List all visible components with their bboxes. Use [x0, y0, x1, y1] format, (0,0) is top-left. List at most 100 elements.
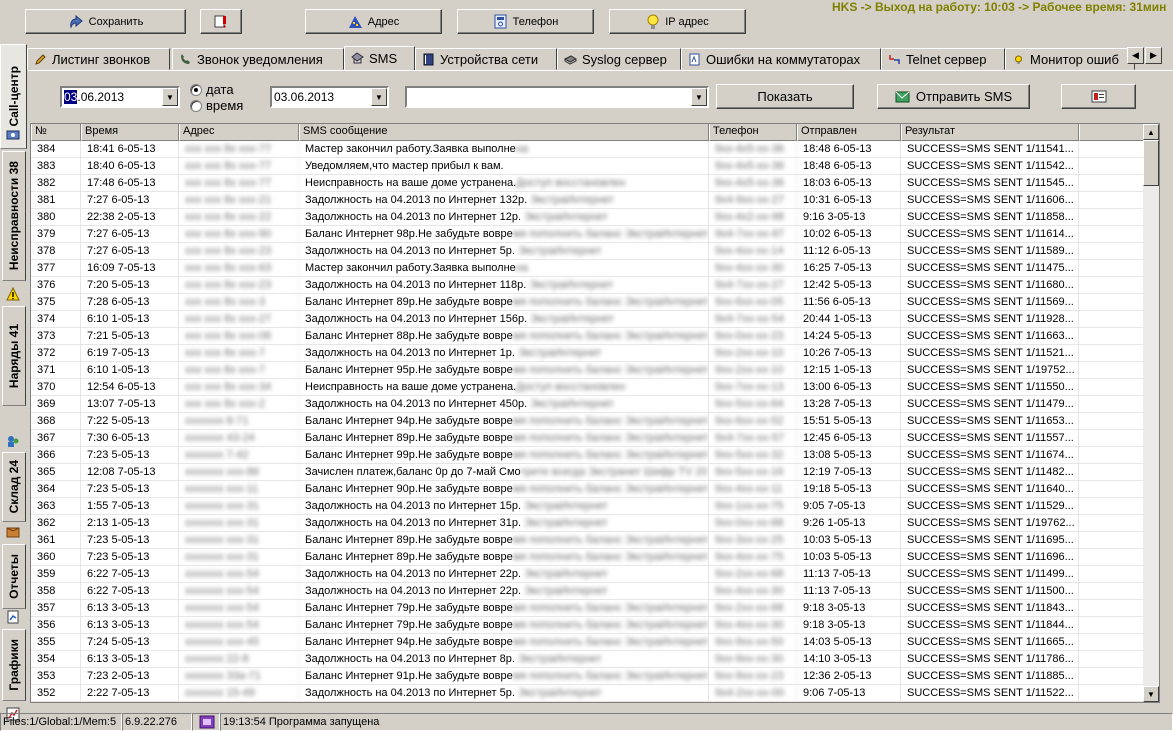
date-from-picker[interactable]: 03.06.2013 ▼: [60, 86, 180, 108]
column-header[interactable]: SMS сообщение: [299, 124, 709, 141]
scroll-thumb[interactable]: [1143, 140, 1159, 186]
table-cell: 10:02 6-05-13: [797, 226, 901, 243]
table-row[interactable]: 376 7:20 5-05-13 ххх ххх 8х ххх-23 Задолжно…: [31, 277, 1145, 294]
search-combo-dropdown-button[interactable]: ▼: [691, 88, 707, 106]
column-header[interactable]: Время: [81, 124, 179, 141]
table-cell: ххххххх ххх-54: [179, 583, 299, 600]
side-tab-orders[interactable]: Наряды 41: [2, 306, 26, 406]
tab-scroll-left-button[interactable]: ◀: [1127, 47, 1144, 64]
column-header[interactable]: Адрес: [179, 124, 299, 141]
side-tab-reports[interactable]: Отчеты: [2, 544, 26, 609]
ip-address-button[interactable]: IP адрес: [609, 9, 746, 34]
table-row[interactable]: 369 13:07 7-05-13 ххх ххх 8х ххх-2 Задолжно…: [31, 396, 1145, 413]
table-cell: SUCCESS=SMS SENT 1/11844...: [901, 617, 1079, 634]
table-cell: 12:15 1-05-13: [797, 362, 901, 379]
tab-switch-errors[interactable]: Ошибки на коммутаторах: [681, 48, 881, 70]
table-cell: 9х4-7хх-хх-54: [709, 311, 797, 328]
table-cell: SUCCESS=SMS SENT 1/19752...: [901, 362, 1079, 379]
date-from-dropdown-button[interactable]: ▼: [162, 88, 178, 106]
table-row[interactable]: 353 7:23 2-05-13 ххххххх 33а-71 Баланс Инте…: [31, 668, 1145, 685]
table-row[interactable]: 354 6:13 3-05-13 ххххххх 22-8 Задолжность н…: [31, 651, 1145, 668]
table-row[interactable]: 359 6:22 7-05-13 ххххххх ххх-54 Задолжность…: [31, 566, 1145, 583]
table-row[interactable]: 360 7:23 5-05-13 ххххххх ххх-31 Баланс Инте…: [31, 549, 1145, 566]
column-header[interactable]: Телефон: [709, 124, 797, 141]
table-row[interactable]: 380 22:38 2-05-13 ххх ххх 8х ххх-22 Задолжн…: [31, 209, 1145, 226]
table-cell: SUCCESS=SMS SENT 1/11522...: [901, 685, 1079, 702]
tab-call-listing[interactable]: Листинг звонков: [27, 48, 170, 70]
table-row[interactable]: 361 7:23 5-05-13 ххххххх ххх-31 Баланс Инте…: [31, 532, 1145, 549]
table-cell: 18:41 6-05-13: [81, 141, 179, 158]
send-sms-button[interactable]: Отправить SMS: [877, 84, 1030, 109]
table-row[interactable]: 362 2:13 1-05-13 ххххххх ххх-31 Задолжность…: [31, 515, 1145, 532]
table-row[interactable]: 358 6:22 7-05-13 ххххххх ххх-54 Задолжность…: [31, 583, 1145, 600]
tab-network-devices[interactable]: Устройства сети: [415, 48, 557, 70]
scroll-up-button[interactable]: ▲: [1143, 124, 1159, 140]
tab-error-monitor[interactable]: Монитор ошиб: [1005, 48, 1135, 70]
tab-sms[interactable]: SMS: [344, 46, 415, 70]
save-button[interactable]: Сохранить: [25, 9, 186, 34]
table-row[interactable]: 370 12:54 6-05-13 ххх ххх 8х ххх-34 Неиспра…: [31, 379, 1145, 396]
tab-telnet-server[interactable]: Telnet сервер: [881, 48, 1005, 70]
table-row[interactable]: 357 6:13 3-05-13 ххххххх ххх-54 Баланс Инте…: [31, 600, 1145, 617]
scroll-down-button[interactable]: ▼: [1143, 686, 1159, 702]
table-cell: SUCCESS=SMS SENT 1/11663...: [901, 328, 1079, 345]
sms-text-blurred: на: [515, 262, 528, 274]
table-cell: Баланс Интернет 90р.Не забудьте вовремя …: [299, 481, 709, 498]
table-row[interactable]: 367 7:30 6-05-13 ххххххх 43-24 Баланс Интер…: [31, 430, 1145, 447]
address-button[interactable]: Адрес: [305, 9, 442, 34]
table-row[interactable]: 381 7:27 6-05-13 ххх ххх 8х ххх-21 Задолжно…: [31, 192, 1145, 209]
table-cell: 356: [31, 617, 81, 634]
tab-notification-call[interactable]: Звонок уведомления: [172, 48, 344, 70]
date-to-dropdown-button[interactable]: ▼: [371, 88, 387, 106]
table-row[interactable]: 383 18:40 6-05-13 ххх ххх 8х ххх-77 Уведомл…: [31, 158, 1145, 175]
radio-time[interactable]: время: [190, 98, 243, 113]
side-tab-faults[interactable]: Неисправности 38: [2, 151, 26, 281]
table-cell: 10:03 5-05-13: [797, 549, 901, 566]
search-combo[interactable]: ▼: [405, 86, 709, 108]
table-scrollbar[interactable]: ▲ ▼: [1143, 124, 1159, 702]
table-row[interactable]: 379 7:27 6-05-13 ххх ххх 8х ххх-90 Баланс И…: [31, 226, 1145, 243]
show-button[interactable]: Показать: [716, 84, 854, 109]
alert-button[interactable]: [200, 9, 242, 34]
tab-syslog-server[interactable]: Syslog сервер: [557, 48, 681, 70]
tab-scroll-right-button[interactable]: ▶: [1145, 47, 1162, 64]
date-to-picker[interactable]: 03.06.2013 ▼: [270, 86, 389, 108]
radio-time-label: время: [206, 98, 244, 113]
table-row[interactable]: 355 7:24 5-05-13 ххххххх ххх-45 Баланс Инте…: [31, 634, 1145, 651]
table-row[interactable]: 364 7:23 5-05-13 ххххххх ххх-11 Баланс Инте…: [31, 481, 1145, 498]
export-button[interactable]: [1061, 84, 1136, 109]
table-row[interactable]: 384 18:41 6-05-13 ххх ххх 8х ххх-77 Мастер …: [31, 141, 1145, 158]
table-cell: 9хх-4х5-хх-36: [709, 158, 797, 175]
table-cell: Баланс Интернет 89р.Не забудьте вовремя …: [299, 549, 709, 566]
side-tab-charts[interactable]: Графики: [2, 629, 26, 701]
column-header[interactable]: Отправлен: [797, 124, 901, 141]
table-row[interactable]: 375 7:28 6-05-13 ххх ххх 8х ххх-3 Баланс Ин…: [31, 294, 1145, 311]
table-cell: SUCCESS=SMS SENT 1/11557...: [901, 430, 1079, 447]
table-cell: 9хх-2хх-хх-10: [709, 362, 797, 379]
table-row[interactable]: 365 12:08 7-05-13 ххххххх ххх-86 Зачислен п…: [31, 464, 1145, 481]
table-row[interactable]: 352 2:22 7-05-13 ххххххх 15-49 Задолжность …: [31, 685, 1145, 702]
table-cell: 11:13 7-05-13: [797, 583, 901, 600]
table-row[interactable]: 366 7:23 5-05-13 ххххххх 7-42 Баланс Интерн…: [31, 447, 1145, 464]
table-row[interactable]: 356 6:13 3-05-13 ххххххх ххх-54 Баланс Инте…: [31, 617, 1145, 634]
table-cell: 18:48 6-05-13: [797, 158, 901, 175]
table-row[interactable]: 377 16:09 7-05-13 ххх ххх 8х ххх-63 Мастер …: [31, 260, 1145, 277]
table-row[interactable]: 374 6:10 1-05-13 ххх ххх 8х ххх-27 Задолжно…: [31, 311, 1145, 328]
table-row[interactable]: 382 17:48 6-05-13 ххх ххх 8х ххх-77 Неиспра…: [31, 175, 1145, 192]
column-header[interactable]: Результат: [901, 124, 1079, 141]
table-cell: 9х4-9хх-хх-27: [709, 192, 797, 209]
table-row[interactable]: 368 7:22 5-05-13 ххххххх 8-71 Баланс Интерн…: [31, 413, 1145, 430]
column-header[interactable]: №: [31, 124, 81, 141]
table-row[interactable]: 372 6:19 7-05-13 ххх ххх 8х ххх-7 Задолжнос…: [31, 345, 1145, 362]
table-cell: Задолжность на 04.2013 по Интернет 8р. Э…: [299, 651, 709, 668]
side-tab-warehouse[interactable]: Склад 24: [2, 452, 26, 522]
sms-text-blurred: ЭкстраИнтернет: [514, 653, 602, 665]
table-cell: 9хх-4хх-хх-30: [709, 583, 797, 600]
table-cell: 14:03 5-05-13: [797, 634, 901, 651]
table-row[interactable]: 363 1:55 7-05-13 ххххххх ххх-31 Задолжность…: [31, 498, 1145, 515]
phone-button[interactable]: Телефон: [457, 9, 594, 34]
radio-date[interactable]: дата: [190, 82, 234, 97]
table-row[interactable]: 373 7:21 5-05-13 ххх ххх 8х ххх-06 Баланс И…: [31, 328, 1145, 345]
table-row[interactable]: 378 7:27 6-05-13 ххх ххх 8х ххх-23 Задолжно…: [31, 243, 1145, 260]
table-row[interactable]: 371 6:10 1-05-13 ххх ххх 8х ххх-7 Баланс Ин…: [31, 362, 1145, 379]
